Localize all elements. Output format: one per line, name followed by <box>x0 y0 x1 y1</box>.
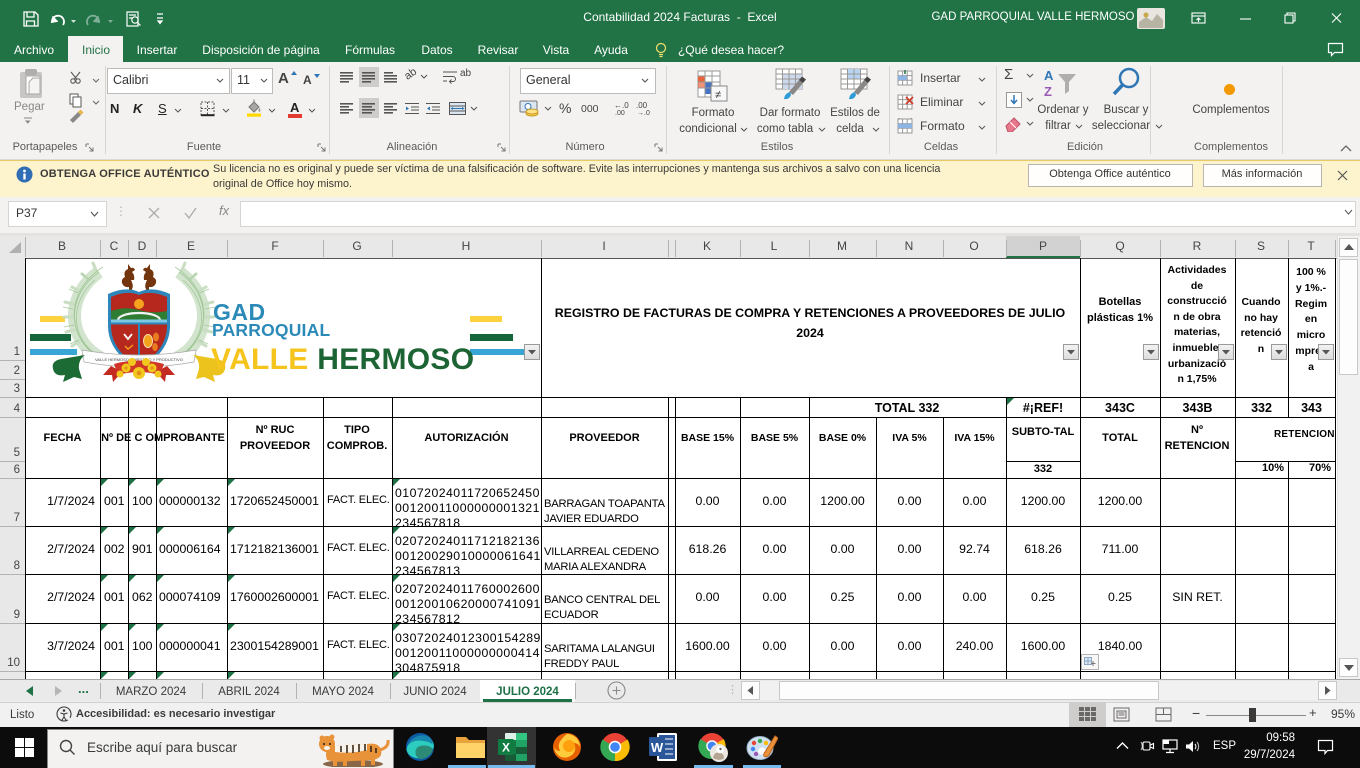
svg-text:A: A <box>1044 68 1054 83</box>
svg-text:≠: ≠ <box>715 89 721 101</box>
svg-text:X: X <box>502 741 510 755</box>
svg-text:W: W <box>651 740 664 755</box>
svg-text:Z: Z <box>1044 84 1052 99</box>
